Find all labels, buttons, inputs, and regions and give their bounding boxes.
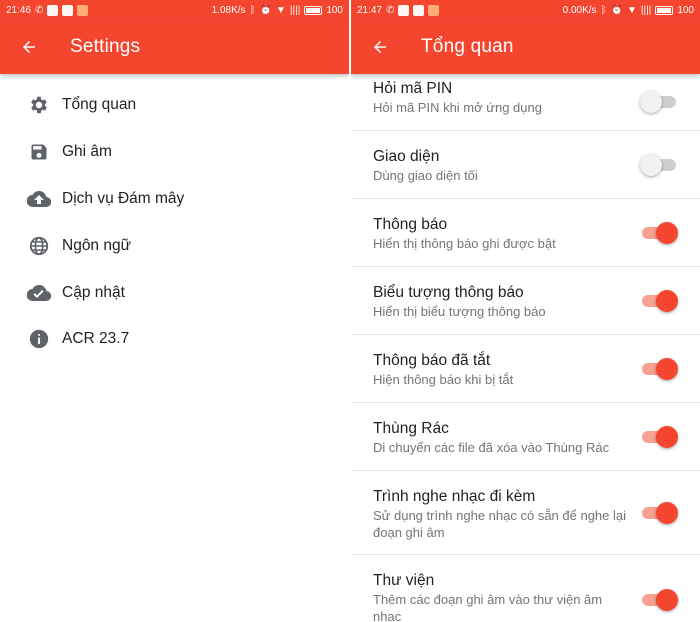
setting-title: Giao diện bbox=[373, 148, 440, 165]
menu-label: Cập nhật bbox=[62, 283, 125, 301]
app-notification-icon bbox=[47, 4, 59, 16]
settings-screen: 21:46 ✆ 1.08K/s ᛒ ⏰ ▼ |||| 100 Settings … bbox=[0, 0, 349, 622]
wifi-icon: ▼ bbox=[276, 4, 286, 16]
setting-title: Thùng Rác bbox=[373, 420, 449, 437]
app-notification-icon bbox=[62, 4, 74, 16]
settings-menu: Tổng quan Ghi âm Dịch vụ Đám mây Ngôn ng… bbox=[0, 74, 349, 363]
built-in-player-toggle[interactable] bbox=[640, 501, 678, 524]
wifi-icon: ▼ bbox=[627, 4, 637, 16]
overview-screen: 21:47 ✆ 0.00K/s ᛒ ⏰ ▼ |||| 100 Tổng quan… bbox=[351, 0, 700, 622]
status-time: 21:47 bbox=[357, 4, 383, 16]
phone-icon: ✆ bbox=[35, 4, 44, 16]
setting-row-pin[interactable]: Hỏi mã PIN Hỏi mã PIN khi mở ứng dụng bbox=[351, 74, 700, 131]
bluetooth-icon: ᛒ bbox=[600, 4, 607, 16]
menu-label: Tổng quan bbox=[62, 96, 137, 114]
battery-icon bbox=[655, 5, 674, 15]
app-bar: Settings bbox=[0, 20, 349, 74]
setting-row-built-in-player[interactable]: Trình nghe nhạc đi kèm Sử dụng trình ngh… bbox=[351, 471, 700, 555]
gear-icon bbox=[27, 93, 51, 117]
bluetooth-icon: ᛒ bbox=[249, 4, 256, 16]
setting-subtitle: Dùng giao diện tối bbox=[373, 168, 478, 183]
menu-label: Dịch vụ Đám mây bbox=[62, 189, 185, 207]
setting-row-notification-icon[interactable]: Biểu tượng thông báo Hiển thị biểu tượng… bbox=[351, 267, 700, 335]
cloud-check-icon bbox=[27, 281, 51, 305]
setting-subtitle: Hiện thông báo khi bị tắt bbox=[373, 372, 514, 387]
cloud-upload-icon bbox=[27, 187, 51, 211]
menu-item-language[interactable]: Ngôn ngữ bbox=[0, 222, 349, 269]
signal-icon: |||| bbox=[640, 4, 652, 16]
app-notification-icon bbox=[413, 4, 425, 16]
setting-row-theme[interactable]: Giao diện Dùng giao diện tối bbox=[351, 131, 700, 199]
settings-list: Hỏi mã PIN Hỏi mã PIN khi mở ứng dụng Gi… bbox=[351, 74, 700, 622]
menu-label: Ngôn ngữ bbox=[62, 236, 131, 254]
trash-toggle[interactable] bbox=[640, 425, 678, 448]
menu-item-cloud-services[interactable]: Dịch vụ Đám mây bbox=[0, 176, 349, 223]
setting-title: Thông báo đã tắt bbox=[373, 352, 491, 369]
theme-toggle[interactable] bbox=[640, 153, 678, 176]
setting-subtitle: Thêm các đoạn ghi âm vào thư viện âm nhạ… bbox=[373, 592, 603, 622]
setting-subtitle: Hiển thị biểu tượng thông báo bbox=[373, 304, 546, 319]
menu-label: ACR 23.7 bbox=[62, 330, 130, 348]
back-arrow-icon[interactable] bbox=[369, 36, 391, 58]
info-icon bbox=[27, 327, 51, 351]
setting-row-trash[interactable]: Thùng Rác Di chuyển các file đã xóa vào … bbox=[351, 403, 700, 471]
setting-row-library[interactable]: Thư viện Thêm các đoạn ghi âm vào thư vi… bbox=[351, 555, 700, 622]
setting-title: Thư viện bbox=[373, 572, 435, 589]
page-title: Settings bbox=[70, 36, 141, 57]
menu-item-version[interactable]: ACR 23.7 bbox=[0, 316, 349, 363]
network-speed: 1.08K/s bbox=[211, 4, 246, 16]
setting-title: Hỏi mã PIN bbox=[373, 80, 453, 97]
app-bar: Tổng quan bbox=[351, 20, 700, 74]
notification-toggle[interactable] bbox=[640, 221, 678, 244]
menu-item-recording[interactable]: Ghi âm bbox=[0, 129, 349, 176]
save-icon bbox=[27, 140, 51, 164]
setting-subtitle: Di chuyển các file đã xóa vào Thùng Rác bbox=[373, 440, 610, 455]
setting-row-notification[interactable]: Thông báo Hiển thị thông báo ghi được bậ… bbox=[351, 199, 700, 267]
battery-icon bbox=[304, 5, 323, 15]
notification-icon-toggle[interactable] bbox=[640, 289, 678, 312]
setting-title: Thông báo bbox=[373, 216, 448, 233]
status-time: 21:46 bbox=[6, 4, 32, 16]
disabled-notification-toggle[interactable] bbox=[640, 357, 678, 380]
signal-icon: |||| bbox=[289, 4, 301, 16]
setting-subtitle: Hiển thị thông báo ghi được bật bbox=[373, 236, 556, 251]
setting-title: Trình nghe nhạc đi kèm bbox=[373, 488, 536, 505]
battery-level: 100 bbox=[326, 4, 343, 16]
alarm-icon: ⏰ bbox=[610, 4, 624, 16]
setting-title: Biểu tượng thông báo bbox=[373, 284, 524, 301]
setting-subtitle: Sử dụng trình nghe nhạc có sẵn để nghe l… bbox=[373, 508, 626, 540]
library-toggle[interactable] bbox=[640, 589, 678, 611]
app-notification-icon bbox=[428, 4, 440, 16]
network-speed: 0.00K/s bbox=[562, 4, 597, 16]
app-notification-icon bbox=[398, 4, 410, 16]
setting-row-disabled-notification[interactable]: Thông báo đã tắt Hiện thông báo khi bị t… bbox=[351, 335, 700, 403]
back-arrow-icon[interactable] bbox=[18, 36, 40, 58]
pin-toggle[interactable] bbox=[640, 91, 678, 113]
menu-item-update[interactable]: Cập nhật bbox=[0, 269, 349, 316]
status-bar: 21:47 ✆ 0.00K/s ᛒ ⏰ ▼ |||| 100 bbox=[351, 0, 700, 20]
menu-label: Ghi âm bbox=[62, 143, 112, 161]
setting-subtitle: Hỏi mã PIN khi mở ứng dụng bbox=[373, 100, 542, 115]
phone-icon: ✆ bbox=[386, 4, 395, 16]
status-bar: 21:46 ✆ 1.08K/s ᛒ ⏰ ▼ |||| 100 bbox=[0, 0, 349, 20]
app-notification-icon bbox=[77, 4, 89, 16]
globe-icon bbox=[27, 234, 51, 258]
alarm-icon: ⏰ bbox=[259, 4, 273, 16]
page-title: Tổng quan bbox=[421, 36, 514, 57]
menu-item-overview[interactable]: Tổng quan bbox=[0, 82, 349, 129]
battery-level: 100 bbox=[677, 4, 694, 16]
